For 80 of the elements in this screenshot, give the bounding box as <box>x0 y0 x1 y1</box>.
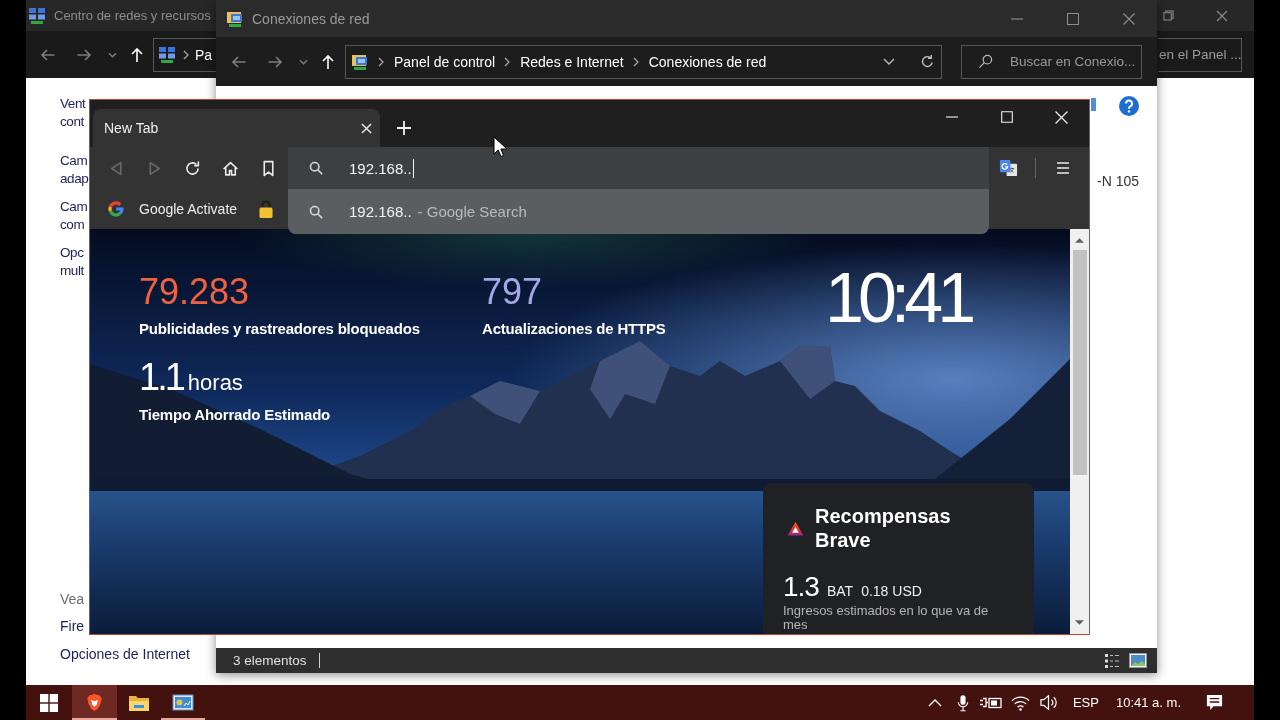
toolbar-icon[interactable] <box>1091 97 1096 111</box>
file-item-label[interactable]: -N 105 <box>1097 173 1140 189</box>
chevron-right-icon <box>378 56 384 67</box>
address-bar[interactable]: Panel de control Redes e Internet Conexiones de red <box>345 44 942 79</box>
search-field[interactable]: en el Panel ... <box>1158 37 1242 72</box>
sidebar-link[interactable]: Vent cont <box>60 95 86 131</box>
network-icon <box>158 45 176 64</box>
search-field[interactable]: Buscar en Conexio... <box>961 44 1142 79</box>
window-title: Conexiones de red <box>252 10 370 27</box>
stat-label: Tiempo Ahorrado Estimado <box>139 406 331 424</box>
language-indicator[interactable]: ESP <box>1072 695 1099 710</box>
chevron-up-icon[interactable] <box>927 698 942 707</box>
bookmark-item[interactable]: Google Activate <box>103 200 242 218</box>
time-saved-unit: horas <box>187 370 243 396</box>
section-heading: Vea <box>60 590 85 608</box>
google-logo-icon <box>107 200 125 218</box>
search-icon <box>309 161 323 175</box>
clock: 10:41 <box>825 263 971 333</box>
rewards-title: Recompensas Brave <box>815 504 952 552</box>
help-icon[interactable] <box>1119 95 1139 116</box>
search-icon <box>978 54 993 69</box>
details-view-icon[interactable] <box>1104 652 1120 669</box>
sidebar-link[interactable]: Opc mult <box>60 244 84 280</box>
breadcrumb-item[interactable]: Conexiones de red <box>648 53 767 70</box>
plus-icon[interactable] <box>397 120 411 135</box>
balance-fiat: 0.18 USD <box>861 583 922 599</box>
triangle-logo-icon <box>787 520 804 536</box>
address-bar[interactable]: Pa <box>153 37 216 72</box>
item-count: 3 elementos <box>233 653 307 668</box>
up-arrow-icon[interactable] <box>320 53 336 70</box>
power-plug-battery-icon[interactable] <box>979 695 1004 710</box>
microphone-icon[interactable] <box>956 693 969 712</box>
translate-icon[interactable] <box>999 158 1018 178</box>
scroll-down-icon[interactable] <box>1075 620 1084 626</box>
folder-icon <box>128 693 150 712</box>
balance-currency: BAT <box>826 583 854 599</box>
chevron-right-icon <box>504 56 511 67</box>
search-icon <box>309 204 323 219</box>
suggestion-item[interactable]: 192.168.. - Google Search <box>288 189 989 234</box>
sidebar-link[interactable]: Cam com <box>60 198 88 234</box>
speaker-volume-icon[interactable] <box>1039 694 1059 711</box>
tab[interactable]: New Tab <box>93 109 380 147</box>
scroll-up-icon[interactable] <box>1075 237 1084 243</box>
reload-icon[interactable] <box>183 159 201 177</box>
chevron-right-icon <box>183 49 189 60</box>
scrollbar-thumb[interactable] <box>1072 250 1087 475</box>
rewards-note: Ingresos estimados en lo que va de mes <box>783 604 990 632</box>
breadcrumb-item[interactable]: Redes e Internet <box>520 53 624 70</box>
window-title: Centro de redes y recursos <box>54 8 211 23</box>
home-icon[interactable] <box>221 159 239 177</box>
shield-icon <box>86 693 103 712</box>
breadcrumb-item[interactable]: Pa <box>195 46 213 63</box>
wifi-icon[interactable] <box>1011 694 1031 711</box>
notification-icon[interactable] <box>1204 693 1224 712</box>
stat-value: 79.283 <box>139 272 250 312</box>
restore-icon[interactable] <box>1162 10 1174 21</box>
windows-logo-icon[interactable] <box>40 693 58 712</box>
sidebar-link[interactable]: Opciones de Internet <box>60 645 190 663</box>
monitor-chart-icon <box>172 693 194 712</box>
sidebar-link[interactable]: Fire <box>60 617 85 635</box>
address-field[interactable]: 192.168.. <box>288 147 989 189</box>
up-arrow-icon[interactable] <box>129 46 145 63</box>
large-icons-view-icon[interactable] <box>1129 653 1147 668</box>
time-saved-value: 1.1 <box>139 356 183 398</box>
network-icon <box>28 6 46 25</box>
chevron-down-icon[interactable] <box>883 57 895 66</box>
sidebar-link[interactable]: Cam adap <box>60 152 89 188</box>
refresh-icon[interactable] <box>920 54 935 69</box>
network-folder-icon <box>226 9 244 28</box>
padlock-icon[interactable] <box>258 199 275 219</box>
breadcrumb-item[interactable]: Panel de control <box>394 53 496 70</box>
balance-amount: 1.3 <box>783 572 819 602</box>
stat-label: Publicidades y rastreadores bloqueados <box>139 320 420 338</box>
mouse-pointer-icon <box>493 136 507 158</box>
chevron-right-icon <box>632 56 639 67</box>
stat-label: Actualizaciones de HTTPS <box>482 320 666 338</box>
clock[interactable]: 10:41 a. m. <box>1115 695 1181 710</box>
stat-value: 797 <box>482 272 543 312</box>
network-folder-icon <box>351 52 369 71</box>
menu-icon[interactable] <box>1056 161 1070 175</box>
